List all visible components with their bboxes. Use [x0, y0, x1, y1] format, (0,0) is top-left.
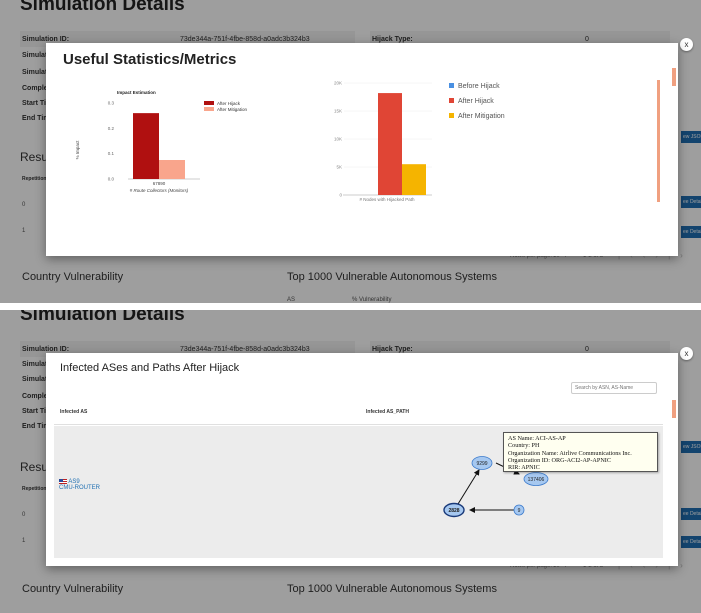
graph-node-label: 137406 [528, 477, 545, 483]
graph-node-label: 9 [518, 508, 521, 514]
infected-ases-modal: Infected ASes and Paths After Hijack Inf… [46, 353, 678, 566]
hijacked-nodes-chart: # Nodes with Hijacked Path 05K10K15K20K … [334, 81, 505, 203]
y-tick-label: 0.2 [108, 126, 115, 131]
graph-edge [457, 469, 480, 505]
divider [54, 424, 663, 425]
infected-path-column-header: Infected AS_PATH [366, 409, 409, 415]
legend-label: Before Hijack [458, 83, 500, 90]
tooltip-as-name: AS Name: ACI-AS-AP [508, 435, 566, 442]
impact-estimation-chart: Impact Estimation % Impact 67890 # Route… [75, 90, 248, 193]
tooltip-org-id: Organization ID: ORG-ACI2-AP-APNIC [508, 456, 611, 464]
as-info-tooltip: AS Name: ACI-AS-AP Country: PH Organizat… [503, 432, 658, 472]
tooltip-rir: RIR: APNIC [508, 464, 540, 472]
modal-title: Infected ASes and Paths After Hijack [60, 362, 240, 374]
x-axis-label: # Nodes with Hijacked Path [359, 197, 415, 202]
y-tick-label: 0 [339, 193, 342, 198]
scrollbar[interactable] [672, 400, 676, 418]
y-axis-label: % Impact [75, 140, 80, 160]
close-icon[interactable]: x [680, 347, 693, 360]
x-tick-label: 67890 [153, 181, 166, 186]
tooltip-country: Country: PH [508, 442, 540, 450]
legend-swatch [449, 98, 454, 103]
chart-title: Impact Estimation [117, 90, 156, 95]
legend-swatch [449, 83, 454, 88]
bar-after-hijack [378, 93, 402, 195]
infected-as-column-header: Infected AS [60, 409, 88, 415]
bar-after-mitigation [159, 160, 185, 179]
x-axis-label: # Route Collectors (Monitors) [130, 188, 189, 193]
legend-label: After Hijack [217, 101, 241, 106]
statistics-modal: Useful Statistics/Metrics Impact Estimat… [46, 43, 678, 256]
y-tick-label: 0.3 [108, 101, 115, 106]
y-tick-label: 5K [336, 165, 342, 170]
legend-swatch [204, 101, 214, 105]
legend-swatch [204, 107, 214, 111]
close-icon[interactable]: x [680, 38, 693, 51]
y-tick-label: 10K [334, 137, 342, 142]
y-tick-label: 20K [334, 81, 342, 86]
legend-label: After Mitigation [217, 107, 248, 112]
graph-node-label: 9299 [476, 461, 487, 467]
y-tick-label: 0.1 [108, 151, 115, 156]
bar-after-mitigation [402, 164, 426, 195]
search-input[interactable] [571, 382, 657, 394]
bar-after-hijack [133, 113, 159, 179]
legend-label: After Hijack [458, 98, 494, 105]
statistics-screen: Simulation Details Simulation ID: 73de34… [0, 0, 701, 303]
infected-as-row[interactable]: AS9 CMU-ROUTER 9299 137406 2828 9 AS Nam… [54, 426, 663, 558]
panel-separator [0, 303, 701, 310]
infected-ases-screen: Simulation Details Simulation ID: 73de34… [0, 310, 701, 613]
scrollbar[interactable] [672, 68, 676, 86]
graph-node-label: 2828 [448, 508, 459, 514]
legend-swatch [449, 113, 454, 118]
y-tick-label: 15K [334, 109, 342, 114]
tooltip-org-name: Organization Name: Airlive Communication… [508, 449, 632, 457]
legend-label: After Mitigation [458, 113, 505, 120]
y-tick-label: 0.0 [108, 177, 115, 182]
scrollbar[interactable] [657, 80, 660, 202]
